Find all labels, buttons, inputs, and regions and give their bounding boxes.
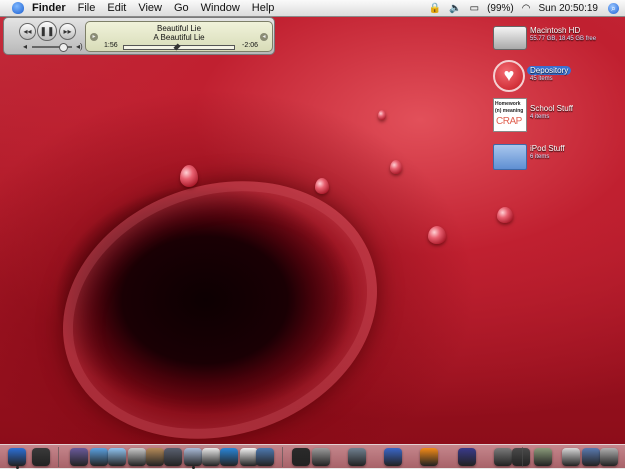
- icon-label: Depository: [527, 66, 572, 75]
- icon-info: 55.77 GB, 18.45 GB free: [530, 36, 597, 42]
- menu-extras: 🔒 🔈 ▭ (99%) ◠ Sun 20:50:19 ⌕: [425, 2, 619, 14]
- volume-high-icon: ◂): [76, 42, 83, 51]
- track-progress-bar[interactable]: [123, 43, 235, 51]
- previous-track-button[interactable]: ◂◂: [19, 23, 36, 40]
- water-drop: [180, 165, 198, 187]
- water-drop: [428, 226, 446, 244]
- system-prefs-icon[interactable]: [312, 448, 330, 466]
- utilities-icon[interactable]: [348, 448, 366, 466]
- folder-icon: [493, 144, 527, 170]
- applications-icon[interactable]: [582, 448, 600, 466]
- volume-icon[interactable]: 🔈: [449, 3, 461, 14]
- desktop-icon-school-stuff[interactable]: Homework (n) meaning CRAP School Stuff 4…: [493, 98, 623, 132]
- menu-finder[interactable]: Finder: [32, 2, 66, 14]
- menu-bar: Finder File Edit View Go Window Help 🔒 🔈…: [0, 0, 625, 17]
- quicktime-icon[interactable]: [220, 448, 238, 466]
- downloads-icon[interactable]: [534, 448, 552, 466]
- homework-folder-icon: Homework (n) meaning CRAP: [493, 98, 527, 132]
- icon-info: 4 items: [530, 114, 550, 120]
- dashboard-icon[interactable]: [32, 448, 50, 466]
- album-title: A Beautiful Lie: [153, 33, 205, 42]
- clock[interactable]: Sun 20:50:19: [539, 3, 599, 14]
- itunes-display: ▸ Beautiful Lie A Beautiful Lie 1:56 -2:…: [85, 21, 273, 52]
- dock-divider: [522, 447, 523, 467]
- desktop-icon-macintosh-hd[interactable]: Macintosh HD 55.77 GB, 18.45 GB free: [493, 20, 623, 54]
- bluetooth-icon[interactable]: [384, 448, 402, 466]
- apple-menu-icon[interactable]: [12, 2, 24, 14]
- desktop-icon-depository[interactable]: ♥ Depository 45 items: [493, 60, 623, 94]
- iphoto-icon[interactable]: [164, 448, 182, 466]
- song-title: Beautiful Lie: [156, 24, 202, 33]
- icon-info: 6 items: [530, 154, 550, 160]
- ichat-av-icon[interactable]: [128, 448, 146, 466]
- hard-drive-icon: [493, 26, 527, 50]
- wifi-icon[interactable]: ◠: [522, 3, 531, 14]
- mail-icon[interactable]: [562, 448, 580, 466]
- icon-label: Macintosh HD: [530, 26, 581, 35]
- itunes-mini-player: ◂◂ ❚❚ ▸▸ ◂ ◂) ▸ Beautiful Lie A Beautifu…: [3, 17, 275, 55]
- itunes-icon[interactable]: [184, 448, 202, 466]
- menu-edit[interactable]: Edit: [107, 2, 126, 14]
- water-drop: [390, 160, 402, 174]
- battery-icon[interactable]: ▭: [470, 3, 479, 14]
- menu-view[interactable]: View: [138, 2, 162, 14]
- dock-divider: [282, 447, 283, 467]
- menu-go[interactable]: Go: [174, 2, 189, 14]
- volume-knob[interactable]: [59, 43, 69, 52]
- icon-label: iPod Stuff: [530, 144, 565, 153]
- volume-slider[interactable]: [32, 43, 72, 52]
- water-drop: [315, 178, 329, 194]
- icon-label: School Stuff: [530, 104, 573, 113]
- dock-divider: [58, 447, 59, 467]
- volume-low-icon: ◂: [23, 42, 28, 51]
- heart-folder-icon: ♥: [493, 60, 525, 92]
- elapsed-time: 1:56: [104, 42, 118, 49]
- photoshop-icon[interactable]: [256, 448, 274, 466]
- ichat-icon[interactable]: [108, 448, 126, 466]
- battery-percent[interactable]: (99%): [487, 3, 514, 14]
- disk-utility-icon[interactable]: [494, 448, 512, 466]
- remaining-time: -2:06: [242, 42, 258, 49]
- trash-icon[interactable]: [600, 448, 618, 466]
- pause-button[interactable]: ❚❚: [37, 21, 57, 41]
- menu-window[interactable]: Window: [201, 2, 240, 14]
- splash-ring: [29, 141, 411, 468]
- spotlight-icon[interactable]: ⌕: [608, 2, 619, 14]
- water-drop: [497, 207, 513, 223]
- preview-icon[interactable]: [70, 448, 88, 466]
- desktop-icon-ipod-stuff[interactable]: iPod Stuff 6 items: [493, 138, 623, 172]
- lcd-snapback-icon[interactable]: ◂: [260, 33, 268, 41]
- lock-icon[interactable]: 🔒: [429, 3, 441, 14]
- safari-icon[interactable]: [90, 448, 108, 466]
- ical-icon[interactable]: [202, 448, 220, 466]
- menu-help[interactable]: Help: [252, 2, 275, 14]
- icon-info: 45 items: [530, 76, 553, 82]
- finder-icon[interactable]: [8, 448, 26, 466]
- pen-icon[interactable]: [458, 448, 476, 466]
- playhead[interactable]: [173, 43, 181, 51]
- activity-monitor-icon[interactable]: [512, 448, 530, 466]
- menu-file[interactable]: File: [78, 2, 96, 14]
- water-drop: [378, 110, 386, 120]
- terminal-icon[interactable]: [292, 448, 310, 466]
- dock: [0, 444, 625, 469]
- vlc-icon[interactable]: [420, 448, 438, 466]
- address-book-icon[interactable]: [146, 448, 164, 466]
- next-track-button[interactable]: ▸▸: [59, 23, 76, 40]
